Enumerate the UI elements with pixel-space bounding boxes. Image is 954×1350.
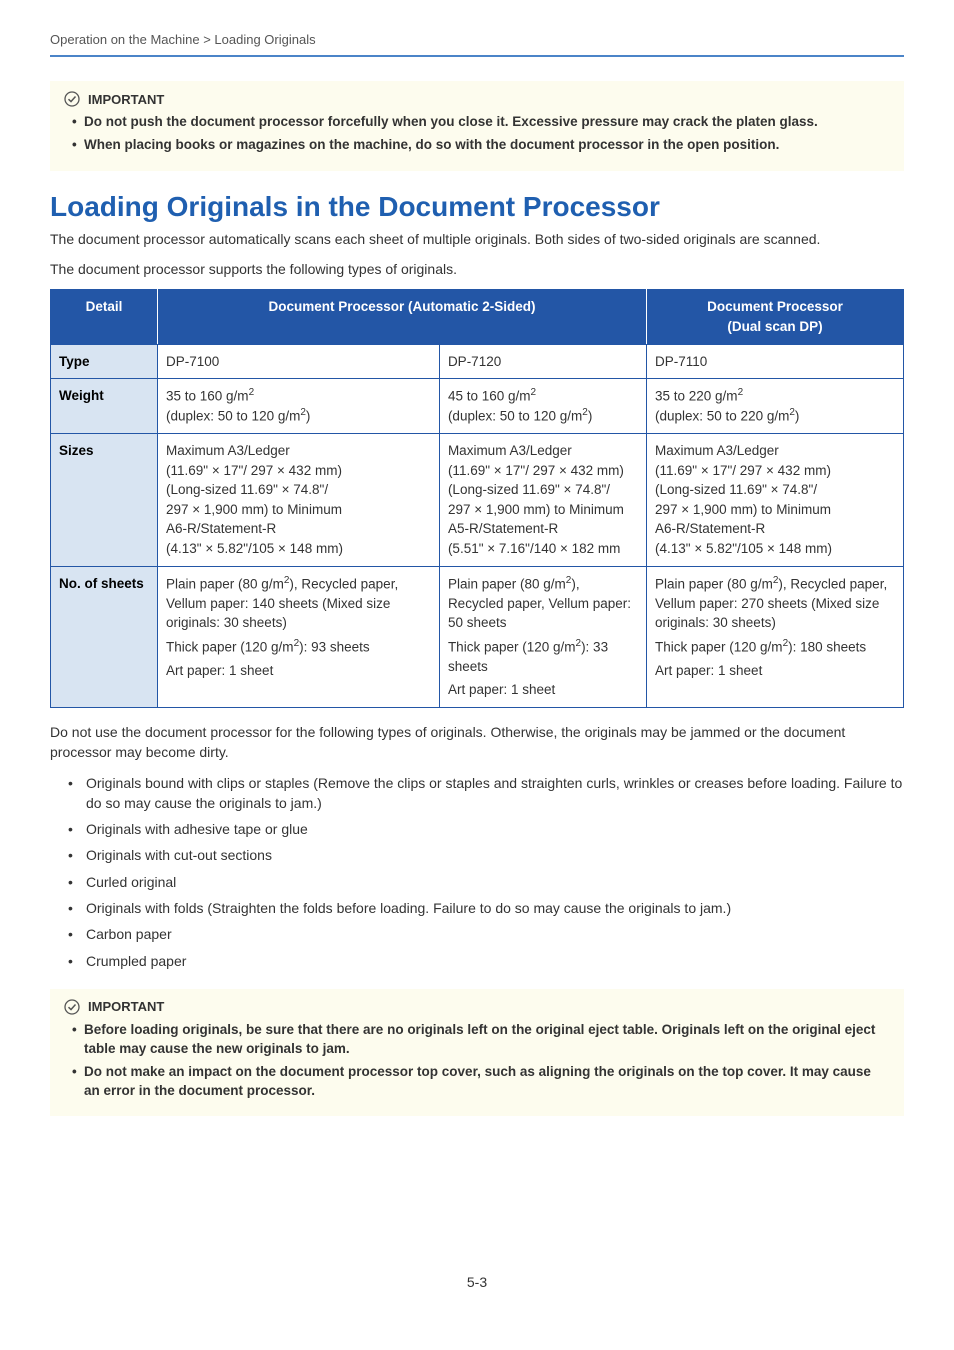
important-label: IMPORTANT — [88, 999, 164, 1014]
specs-table: Detail Document Processor (Automatic 2-S… — [50, 289, 904, 708]
cell-sheets-3: Plain paper (80 g/m2), Recycled paper, V… — [647, 566, 904, 707]
breadcrumb: Operation on the Machine > Loading Origi… — [50, 32, 904, 57]
important-item: Do not push the document processor force… — [72, 113, 890, 132]
cell-sizes-2: Maximum A3/Ledger (11.69" × 17"/ 297 × 4… — [439, 434, 646, 566]
list-item: Originals with folds (Straighten the fol… — [68, 898, 904, 918]
th-dualscan: Document Processor (Dual scan DP) — [647, 290, 904, 344]
intro-paragraph: The document processor automatically sca… — [50, 229, 904, 249]
cell-weight-3: 35 to 220 g/m2 (duplex: 50 to 220 g/m2) — [647, 379, 904, 434]
cell-sheets-1: Plain paper (80 g/m2), Recycled paper, V… — [158, 566, 440, 707]
list-item: Originals with adhesive tape or glue — [68, 819, 904, 839]
list-item: Originals bound with clips or staples (R… — [68, 773, 904, 814]
page-number: 5-3 — [0, 1274, 954, 1290]
th-auto2sided: Document Processor (Automatic 2-Sided) — [158, 290, 647, 344]
important-callout-2: IMPORTANT Before loading originals, be s… — [50, 989, 904, 1117]
row-label-sizes: Sizes — [51, 434, 158, 566]
important-item: Do not make an impact on the document pr… — [72, 1063, 890, 1101]
important-label: IMPORTANT — [88, 92, 164, 107]
list-item: Curled original — [68, 872, 904, 892]
important-item: Before loading originals, be sure that t… — [72, 1021, 890, 1059]
cell-weight-2: 45 to 160 g/m2 (duplex: 50 to 120 g/m2) — [439, 379, 646, 434]
checkmark-circle-icon — [64, 91, 80, 107]
cell-type-1: DP-7100 — [158, 344, 440, 379]
cell-type-2: DP-7120 — [439, 344, 646, 379]
cell-sizes-3: Maximum A3/Ledger (11.69" × 17"/ 297 × 4… — [647, 434, 904, 566]
cell-weight-1: 35 to 160 g/m2 (duplex: 50 to 120 g/m2) — [158, 379, 440, 434]
checkmark-circle-icon — [64, 999, 80, 1015]
warning-intro: Do not use the document processor for th… — [50, 722, 904, 763]
warning-list: Originals bound with clips or staples (R… — [50, 773, 904, 971]
th-detail: Detail — [51, 290, 158, 344]
list-item: Carbon paper — [68, 924, 904, 944]
list-item: Originals with cut-out sections — [68, 845, 904, 865]
important-callout-1: IMPORTANT Do not push the document proce… — [50, 81, 904, 171]
row-label-sheets: No. of sheets — [51, 566, 158, 707]
row-label-type: Type — [51, 344, 158, 379]
row-label-weight: Weight — [51, 379, 158, 434]
cell-type-3: DP-7110 — [647, 344, 904, 379]
section-heading: Loading Originals in the Document Proces… — [50, 191, 904, 223]
cell-sizes-1: Maximum A3/Ledger (11.69" × 17"/ 297 × 4… — [158, 434, 440, 566]
intro-paragraph: The document processor supports the foll… — [50, 259, 904, 279]
cell-sheets-2: Plain paper (80 g/m2), Recycled paper, V… — [439, 566, 646, 707]
list-item: Crumpled paper — [68, 951, 904, 971]
important-item: When placing books or magazines on the m… — [72, 136, 890, 155]
